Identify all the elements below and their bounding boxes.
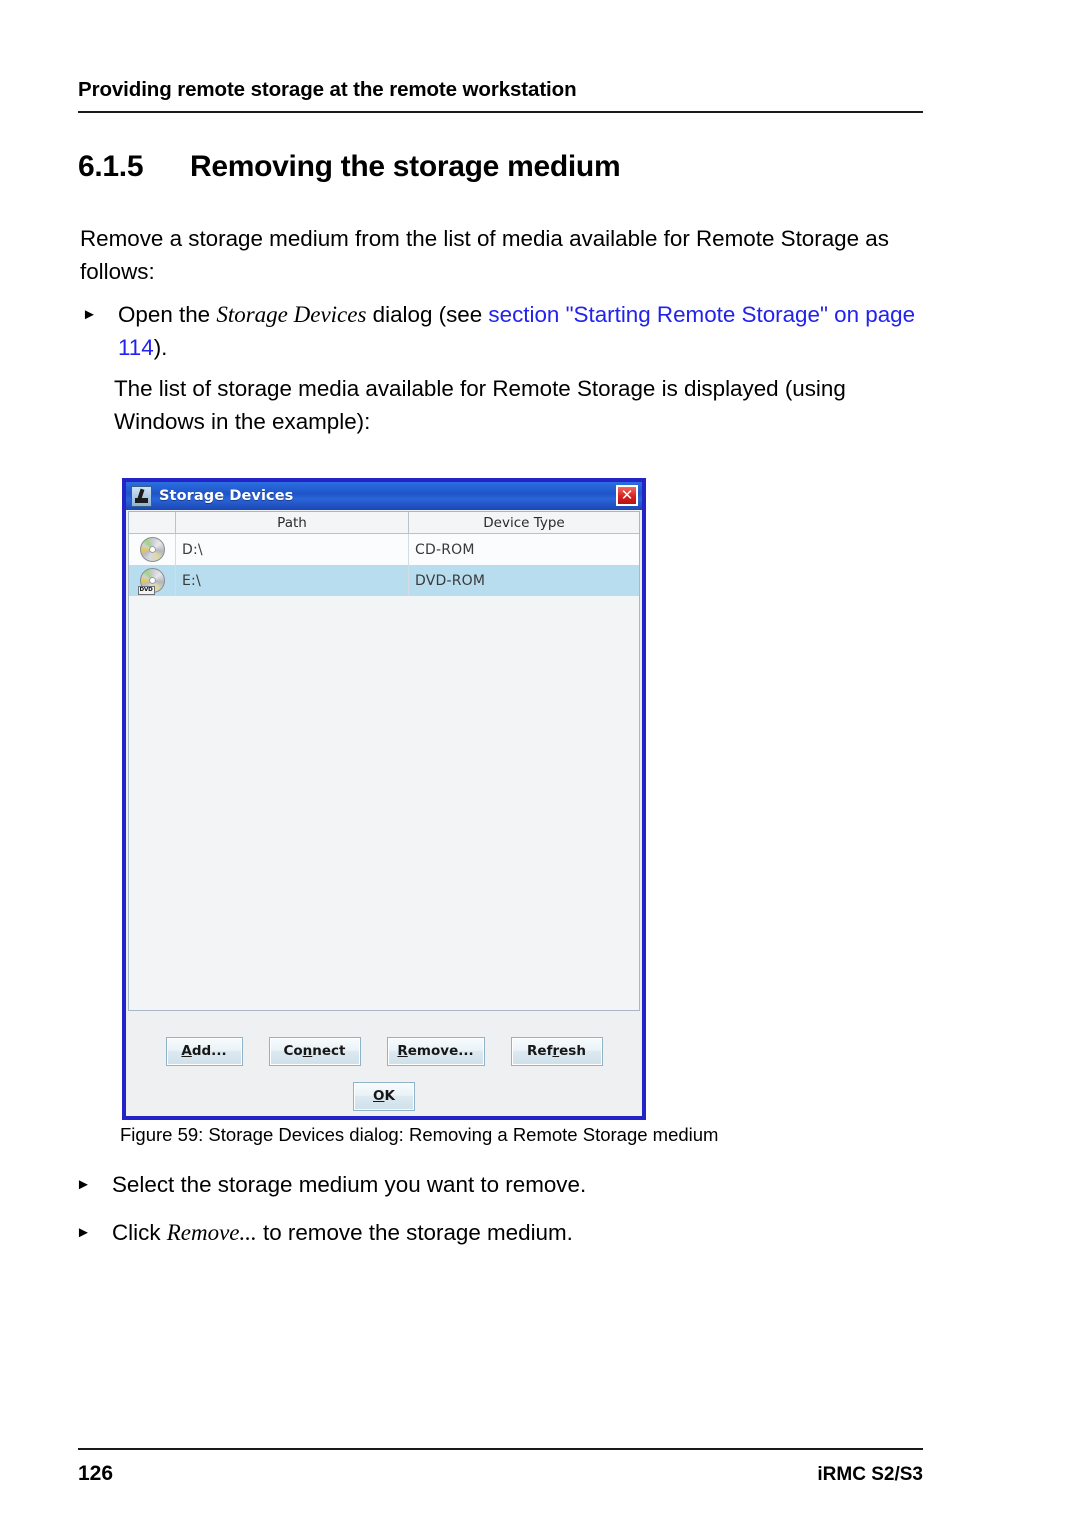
remove-button[interactable]: Remove... (386, 1037, 485, 1066)
open-bullet-part2: dialog (see (366, 302, 489, 327)
dialog-title-bar[interactable]: Storage Devices ✕ (126, 482, 642, 510)
open-bullet-part1: Open the (118, 302, 217, 327)
ok-button[interactable]: OK (353, 1082, 415, 1111)
column-header-device-type[interactable]: Device Type (408, 512, 639, 534)
list-item-text: Select the storage medium you want to re… (112, 1172, 587, 1197)
open-bullet-part3: ). (153, 335, 168, 360)
dvd-rom-disc-icon: DVD (129, 565, 176, 596)
dialog-button-row-secondary: OK (126, 1082, 642, 1111)
triangle-bullet-icon: ► (76, 1176, 91, 1193)
page-title: 6.1.5 Removing the storage medium (78, 150, 923, 184)
list-item: ► Click Remove... to remove the storage … (76, 1216, 936, 1249)
connect-label-before: Co (283, 1043, 303, 1059)
click-bullet-part2: to remove the storage medium. (256, 1220, 573, 1245)
running-header: Providing remote storage at the remote w… (78, 78, 923, 113)
dialog-button-row-primary: Add... Connect Remove... Refresh (126, 1037, 642, 1066)
add-label-mnemonic: A (181, 1043, 192, 1059)
connect-button[interactable]: Connect (268, 1037, 361, 1066)
document-page: Providing remote storage at the remote w… (0, 0, 1080, 1526)
add-button[interactable]: Add... (165, 1037, 243, 1066)
list-item: ► Open the Storage Devices dialog (see s… (82, 298, 930, 364)
cell-device-type: CD-ROM (415, 541, 475, 558)
device-list-scrollpane[interactable]: Path Device Type D:\ CD-ROM DVD E:\ DVD-… (128, 511, 640, 1011)
triangle-bullet-icon: ► (76, 1224, 91, 1241)
dialog-name-emphasis: Storage Devices (216, 302, 367, 327)
connect-label-mnemonic: n (302, 1043, 313, 1059)
list-item-text: Click Remove... to remove the storage me… (112, 1216, 936, 1249)
product-name: iRMC S2/S3 (817, 1464, 923, 1485)
refresh-label-after: esh (559, 1043, 586, 1059)
remove-label-after: emove... (407, 1043, 474, 1059)
footer-rule (78, 1448, 923, 1450)
remove-label-mnemonic: R (397, 1043, 408, 1059)
triangle-bullet-icon: ► (82, 306, 97, 323)
storage-devices-dialog: Storage Devices ✕ Path Device Type D:\ C… (122, 478, 646, 1120)
dialog-title: Storage Devices (159, 488, 294, 504)
figure-caption: Figure 59: Storage Devices dialog: Remov… (120, 1124, 719, 1145)
click-bullet-part1: Click (112, 1220, 167, 1245)
section-title: Removing the storage medium (190, 150, 621, 183)
connect-label-after: nect (312, 1043, 346, 1059)
cd-rom-disc-icon (129, 533, 176, 565)
ok-label-after: K (384, 1088, 395, 1104)
list-item-text: Open the Storage Devices dialog (see sec… (118, 298, 930, 364)
header-rule (78, 110, 923, 113)
ok-label-mnemonic: O (373, 1088, 385, 1104)
device-table: Path Device Type D:\ CD-ROM DVD E:\ DVD-… (129, 512, 639, 596)
dvd-label: DVD (137, 586, 155, 595)
refresh-label-before: Ref (527, 1043, 553, 1059)
list-item: ► Select the storage medium you want to … (76, 1168, 936, 1201)
cell-path: D:\ (175, 533, 409, 565)
application-window-icon (131, 485, 152, 507)
cell-path: E:\ (175, 565, 409, 596)
column-header-path[interactable]: Path (175, 512, 409, 534)
close-icon[interactable]: ✕ (616, 485, 638, 506)
intro-paragraph: Remove a storage medium from the list of… (80, 226, 889, 284)
table-row[interactable]: DVD E:\ DVD-ROM (129, 565, 639, 596)
running-header-text: Providing remote storage at the remote w… (78, 78, 577, 101)
refresh-button[interactable]: Refresh (510, 1037, 603, 1066)
add-label-after: dd... (191, 1043, 227, 1059)
cell-device-type: DVD-ROM (415, 572, 486, 589)
after-open-paragraph: The list of storage media available for … (114, 376, 846, 434)
table-header-row: Path Device Type (129, 512, 639, 534)
dialog-button-panel: Add... Connect Remove... Refresh OK (126, 1012, 642, 1116)
section-number: 6.1.5 (78, 150, 144, 183)
table-row[interactable]: D:\ CD-ROM (129, 533, 639, 565)
remove-command-emphasis: Remove... (166, 1220, 257, 1245)
column-header-icon[interactable] (129, 512, 176, 534)
